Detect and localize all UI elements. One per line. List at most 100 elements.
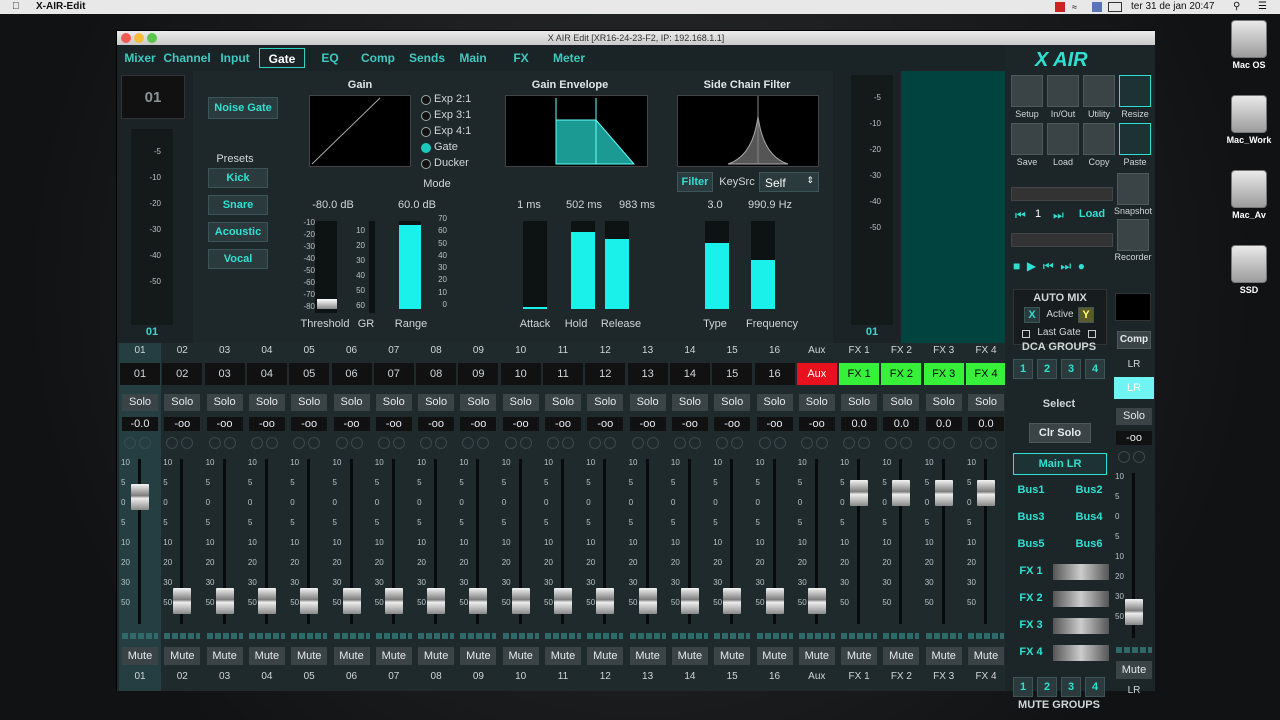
fader-knob[interactable] — [257, 587, 276, 614]
fader-knob[interactable] — [427, 587, 446, 614]
led-icon[interactable] — [392, 437, 405, 449]
solo-button[interactable]: Solo — [164, 394, 201, 411]
desktop-icon-mac-av[interactable]: Mac_Av — [1219, 170, 1279, 220]
tab-input[interactable]: Input — [216, 48, 254, 68]
tab-meter[interactable]: Meter — [547, 48, 591, 68]
mute-button[interactable]: Mute — [460, 647, 497, 665]
strip-name[interactable]: FX 1 — [839, 363, 880, 385]
app-menu[interactable]: X-AIR-Edit — [36, 0, 85, 14]
resize-icon[interactable] — [1119, 75, 1151, 107]
solo-button[interactable]: Solo — [333, 394, 370, 411]
gain-readout[interactable]: -oo — [502, 417, 539, 431]
mute-button[interactable]: Mute — [164, 647, 201, 665]
preset-acoustic-button[interactable]: Acoustic — [208, 222, 268, 242]
led-icon[interactable] — [942, 437, 955, 449]
fader-knob[interactable] — [807, 587, 826, 614]
led-icon[interactable] — [139, 437, 151, 449]
strip-name[interactable]: 14 — [669, 363, 710, 385]
paste-icon[interactable] — [1119, 123, 1151, 155]
gr-meter[interactable] — [369, 221, 375, 313]
gain-readout[interactable]: -oo — [587, 417, 624, 431]
mute-button[interactable]: Mute — [798, 647, 835, 665]
prev-snapshot-icon[interactable]: ⏮ — [1015, 208, 1026, 223]
led-icon[interactable] — [773, 437, 786, 449]
attack-fader[interactable] — [523, 221, 547, 309]
led-icon[interactable] — [673, 437, 686, 449]
keysrc-select[interactable]: Self ⇕ — [759, 172, 819, 192]
wifi-icon[interactable]: ≈ — [1072, 2, 1082, 12]
led-icon[interactable] — [927, 437, 940, 449]
battery-icon[interactable] — [1108, 2, 1122, 12]
range-fader[interactable] — [399, 221, 421, 309]
strip-name[interactable]: 02 — [162, 363, 203, 385]
last-gate-checkbox[interactable] — [1022, 330, 1030, 338]
desktop-icon-mac-work[interactable]: Mac_Work — [1219, 95, 1279, 145]
mute-button[interactable]: Mute — [629, 647, 666, 665]
mute-button[interactable]: Mute — [248, 647, 285, 665]
fader-knob[interactable] — [977, 480, 995, 506]
flag-icon[interactable] — [1092, 2, 1102, 12]
solo-button[interactable]: Solo — [925, 394, 962, 411]
last-gate-checkbox-2[interactable] — [1088, 330, 1096, 338]
channel-name-box[interactable]: 01 — [121, 75, 185, 119]
solo-button[interactable]: Solo — [1116, 408, 1152, 425]
tab-gate[interactable]: Gate — [259, 48, 305, 68]
mode-radio[interactable] — [421, 95, 431, 105]
tab-main[interactable]: Main — [453, 48, 493, 68]
record-status-icon[interactable] — [1055, 2, 1065, 12]
gain-readout[interactable]: -oo — [629, 417, 666, 431]
solo-button[interactable]: Solo — [587, 394, 624, 411]
solo-button[interactable]: Solo — [122, 394, 158, 411]
solo-button[interactable]: Solo — [460, 394, 497, 411]
mute-group-button[interactable]: 3 — [1061, 677, 1081, 697]
strip-name[interactable]: 01 — [120, 363, 160, 385]
mute-button[interactable]: Mute — [756, 647, 793, 665]
solo-button[interactable]: Solo — [502, 394, 539, 411]
mute-button[interactable]: Mute — [883, 647, 920, 665]
strip-name[interactable]: 15 — [712, 363, 753, 385]
gain-readout[interactable]: 0.0 — [883, 417, 920, 431]
strip-name[interactable]: 11 — [543, 363, 583, 385]
noise-gate-button[interactable]: Noise Gate — [208, 97, 278, 119]
dca-group-button[interactable]: 1 — [1013, 359, 1033, 379]
gain-readout[interactable]: -oo — [1116, 431, 1152, 445]
record-icon[interactable]: ● — [1078, 259, 1085, 273]
list-icon[interactable]: ☰ — [1258, 2, 1268, 12]
led-icon[interactable] — [377, 437, 390, 449]
led-icon[interactable] — [435, 437, 448, 449]
solo-button[interactable]: Solo — [756, 394, 793, 411]
led-icon[interactable] — [308, 437, 321, 449]
frequency-fader[interactable] — [751, 221, 775, 309]
bus-button[interactable]: Bus6 — [1071, 535, 1107, 555]
clock[interactable]: ter 31 de jan 20:47 — [1131, 0, 1214, 14]
led-icon[interactable] — [562, 437, 574, 449]
automix-x-button[interactable]: X — [1024, 307, 1040, 323]
solo-button[interactable]: Solo — [968, 394, 1004, 411]
tab-channel[interactable]: Channel — [163, 48, 211, 68]
play-icon[interactable]: ▶ — [1027, 259, 1036, 273]
led-icon[interactable] — [504, 437, 517, 449]
fx-button[interactable]: FX 4 — [1013, 643, 1049, 663]
threshold-fader[interactable] — [315, 221, 337, 313]
wrench-icon[interactable] — [1083, 75, 1115, 107]
zoom-icon[interactable] — [147, 33, 157, 43]
mute-button[interactable]: Mute — [122, 647, 158, 665]
gain-readout[interactable]: 0.0 — [968, 417, 1004, 431]
strip-name[interactable]: 13 — [627, 363, 668, 385]
recorder-icon[interactable] — [1117, 219, 1149, 251]
solo-button[interactable]: Solo — [629, 394, 666, 411]
bus-button[interactable]: Bus3 — [1013, 508, 1049, 528]
load-snapshot-button[interactable]: Load — [1071, 206, 1113, 224]
gain-readout[interactable]: 0.0 — [841, 417, 878, 431]
strip-name[interactable]: FX 3 — [923, 363, 964, 385]
titlebar[interactable]: X AIR Edit [XR16-24-23-F2, IP: 192.168.1… — [117, 31, 1155, 45]
solo-button[interactable]: Solo — [841, 394, 878, 411]
solo-button[interactable]: Solo — [375, 394, 412, 411]
arrows-icon[interactable] — [1047, 75, 1079, 107]
folder-icon[interactable] — [1047, 123, 1079, 155]
led-icon[interactable] — [124, 437, 136, 449]
mute-button[interactable]: Mute — [714, 647, 751, 665]
gain-readout[interactable]: -oo — [714, 417, 751, 431]
tab-fx[interactable]: FX — [501, 48, 541, 68]
mute-button[interactable]: Mute — [206, 647, 243, 665]
